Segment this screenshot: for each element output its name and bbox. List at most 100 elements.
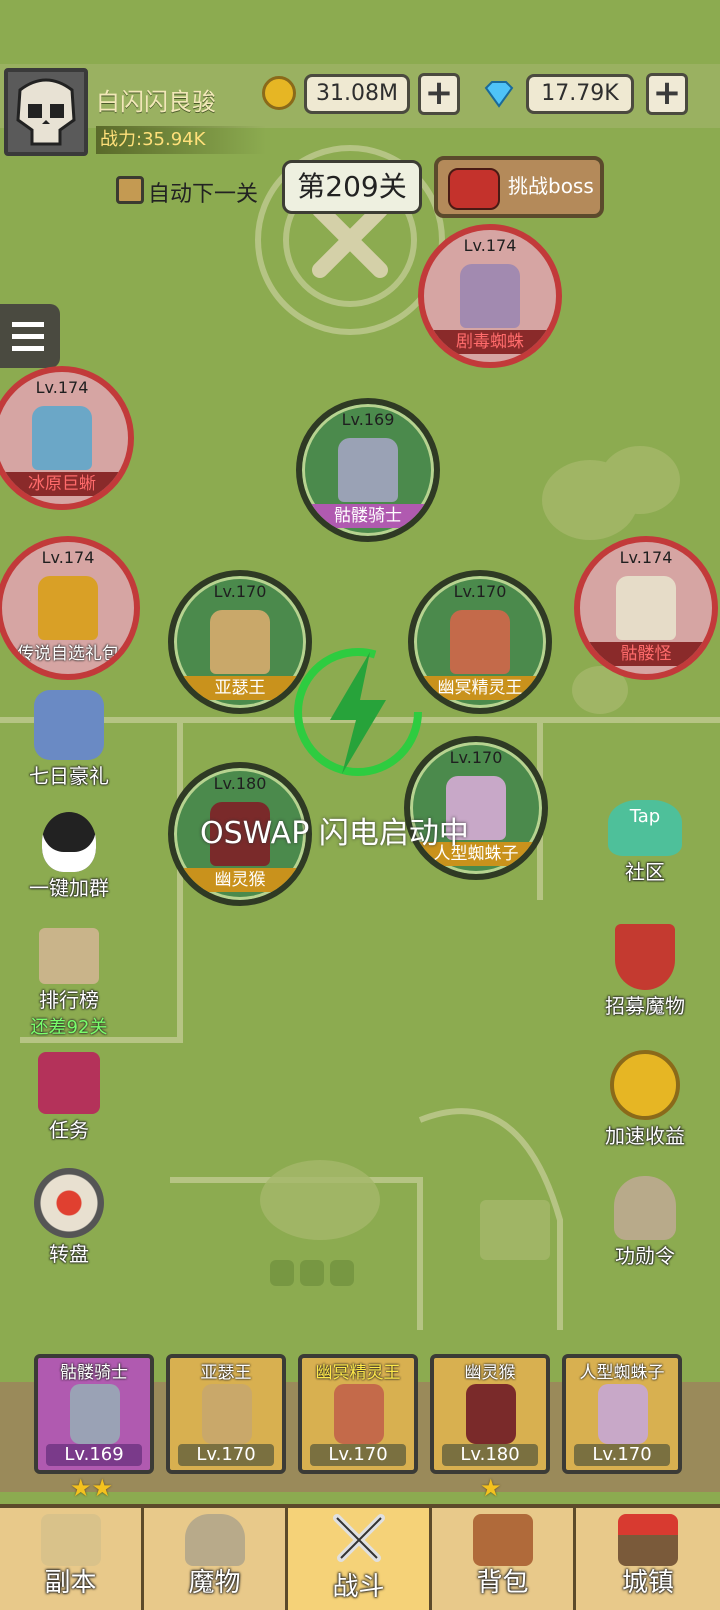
- tab-label: 城镇: [621, 1568, 674, 1598]
- player-name: 白闪闪良骏: [96, 88, 216, 116]
- elf-king-figure: [450, 610, 510, 674]
- diamond-icon: [482, 80, 516, 108]
- tab-label: 副本: [44, 1568, 97, 1598]
- map-icon: [40, 1514, 101, 1566]
- loading-toast: OSWAP 闪电启动中: [200, 816, 469, 851]
- banner-helmet-icon: [615, 924, 675, 990]
- spider-girl-portrait: [598, 1384, 648, 1444]
- unit-name: 亚瑟王: [178, 676, 302, 700]
- roster-level: Lv.170: [178, 1444, 274, 1466]
- community-button[interactable]: Tap 社区: [590, 800, 700, 885]
- tap-community-icon: Tap: [608, 800, 682, 856]
- unit-name: 传说自选礼包: [17, 644, 119, 664]
- roster-card[interactable]: 人型蜘蛛子 Lv.170: [562, 1354, 682, 1474]
- menu-button[interactable]: [0, 304, 60, 368]
- gift-pack-unit[interactable]: Lv.174 传说自选礼包: [0, 536, 140, 680]
- combat-power: 战力:35.94K: [96, 126, 266, 154]
- king-figure: [210, 610, 270, 674]
- roster-card[interactable]: 幽冥精灵王 Lv.170: [298, 1354, 418, 1474]
- roster-card[interactable]: 幽灵猴 Lv.180: [430, 1354, 550, 1474]
- skeleton-figure: [616, 576, 676, 640]
- gold-icon: [262, 76, 296, 110]
- feature-label: 转盘: [49, 1242, 89, 1266]
- menu-icon-line: [12, 334, 44, 339]
- recruit-monster-button[interactable]: 招募魔物: [590, 924, 700, 1019]
- crossed-swords-icon: [332, 1514, 385, 1562]
- feature-label: 功勋令: [615, 1244, 675, 1268]
- helmet-icon: [184, 1514, 245, 1566]
- unit-level: Lv.174: [463, 236, 517, 255]
- roster-card[interactable]: 骷髅骑士 Lv.169: [34, 1354, 154, 1474]
- enemy-unit[interactable]: Lv.174 剧毒蜘蛛: [418, 224, 562, 368]
- menu-icon-line: [12, 346, 44, 351]
- feature-label: 加速收益: [605, 1124, 685, 1148]
- feature-label: 招募魔物: [605, 994, 685, 1018]
- knight-figure: [338, 438, 398, 502]
- menu-icon: [12, 322, 44, 327]
- leaderboard-gap: 还差92关: [30, 1017, 108, 1038]
- unit-level: Lv.170: [213, 582, 267, 601]
- unit-level: Lv.174: [41, 548, 95, 567]
- penguin-icon: [42, 812, 96, 872]
- roster-level: Lv.180: [442, 1444, 538, 1466]
- roster-name: 骷髅骑士: [60, 1363, 128, 1383]
- add-diamond-button[interactable]: +: [646, 73, 688, 115]
- gold-coin-arrow-icon: [610, 1050, 680, 1120]
- tab-town[interactable]: 城镇: [576, 1508, 720, 1610]
- tasks-button[interactable]: 任务: [14, 1052, 124, 1143]
- ally-unit[interactable]: Lv.169 骷髅骑士: [296, 398, 440, 542]
- unit-level: Lv.170: [449, 748, 503, 767]
- king-portrait: [202, 1384, 252, 1444]
- unit-level: Lv.174: [619, 548, 673, 567]
- player-avatar[interactable]: [4, 68, 88, 156]
- enemy-unit[interactable]: Lv.174 冰原巨蜥: [0, 366, 134, 510]
- unit-name: 幽灵猴: [178, 868, 302, 892]
- backpack-icon: [472, 1514, 533, 1566]
- unit-name: 幽冥精灵王: [418, 676, 542, 700]
- join-group-button[interactable]: 一键加群: [14, 812, 124, 901]
- tab-label: 魔物: [188, 1568, 241, 1598]
- challenge-boss-button[interactable]: 挑战boss: [434, 156, 604, 218]
- auto-next-checkbox[interactable]: [116, 176, 144, 204]
- knight-portrait: [70, 1384, 120, 1444]
- speed-income-button[interactable]: 加速收益: [590, 1050, 700, 1149]
- boss-monster-icon: [448, 168, 500, 210]
- tab-monsters[interactable]: 魔物: [144, 1508, 288, 1610]
- merit-order-button[interactable]: 功勋令: [590, 1176, 700, 1269]
- viking-icon: [34, 690, 104, 760]
- stage-level: 第209关: [282, 160, 422, 214]
- tab-label: 背包: [476, 1568, 529, 1598]
- roster-card[interactable]: 亚瑟王 Lv.170: [166, 1354, 286, 1474]
- tab-dungeon[interactable]: 副本: [0, 1508, 144, 1610]
- feature-label: 社区: [625, 860, 665, 884]
- unit-level: Lv.170: [453, 582, 507, 601]
- elf-king-portrait: [334, 1384, 384, 1444]
- add-gold-button[interactable]: +: [418, 73, 460, 115]
- roster-name: 幽冥精灵王: [315, 1363, 401, 1383]
- treasure-chest-icon: [38, 576, 98, 640]
- roster-level: Lv.169: [46, 1444, 142, 1466]
- wheel-icon: [34, 1168, 104, 1238]
- skull-icon: [16, 78, 76, 146]
- tab-label: 战斗: [332, 1572, 385, 1602]
- roster-name: 人型蜘蛛子: [579, 1363, 665, 1383]
- wheel-button[interactable]: 转盘: [14, 1168, 124, 1267]
- enemy-unit[interactable]: Lv.174 骷髅怪: [574, 536, 718, 680]
- ally-unit[interactable]: Lv.170 幽冥精灵王: [408, 570, 552, 714]
- leaderboard-button[interactable]: 排行榜 还差92关: [14, 928, 124, 1039]
- star-rating: ★: [480, 1474, 502, 1502]
- unit-level: Lv.169: [341, 410, 395, 429]
- unit-level: Lv.174: [35, 378, 89, 397]
- unit-name: 骷髅骑士: [306, 504, 430, 528]
- shop-icon: [618, 1514, 678, 1566]
- roster-name: 幽灵猴: [464, 1363, 516, 1383]
- auto-next-label: 自动下一关: [148, 182, 259, 207]
- feature-label: 一键加群: [29, 876, 109, 900]
- seven-day-gift-button[interactable]: 七日豪礼: [14, 690, 124, 789]
- challenge-boss-label: 挑战boss: [508, 174, 594, 198]
- tab-battle[interactable]: 战斗: [288, 1508, 432, 1610]
- tab-backpack[interactable]: 背包: [432, 1508, 576, 1610]
- scroll-icon: [39, 928, 99, 984]
- roster-level: Lv.170: [310, 1444, 406, 1466]
- unit-name: 冰原巨蜥: [0, 472, 124, 496]
